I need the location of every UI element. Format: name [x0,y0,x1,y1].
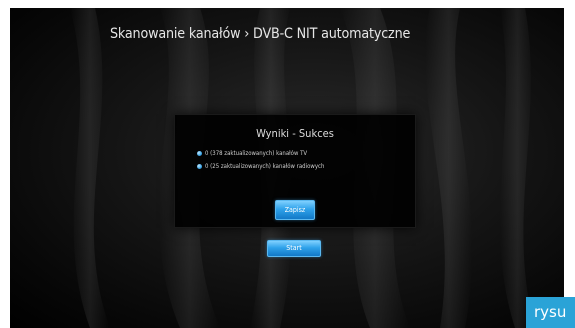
bullet-dot-icon [197,164,202,169]
result-tv-channels: 0 (378 zaktualizowanych) kanałów TV [197,150,307,157]
result-tv-text: 0 (378 zaktualizowanych) kanałów TV [205,150,308,157]
bullet-dot-icon [197,151,202,156]
results-dialog: Wyniki - Sukces 0 (378 zaktualizowanych)… [174,114,416,228]
page-title: Skanowanie kanałów › DVB-C NIT automatyc… [110,26,411,42]
dialog-title: Wyniki - Sukces [256,127,334,140]
save-button[interactable]: Zapisz [275,200,315,220]
result-radio-text: 0 (25 zaktualizowanych) kanałów radiowyc… [205,163,325,170]
start-button[interactable]: Start [267,240,321,257]
tv-screen: Skanowanie kanałów › DVB-C NIT automatyc… [10,8,564,328]
result-radio-channels: 0 (25 zaktualizowanych) kanałów radiowyc… [197,163,324,170]
watermark-logo: rysu [526,297,575,328]
